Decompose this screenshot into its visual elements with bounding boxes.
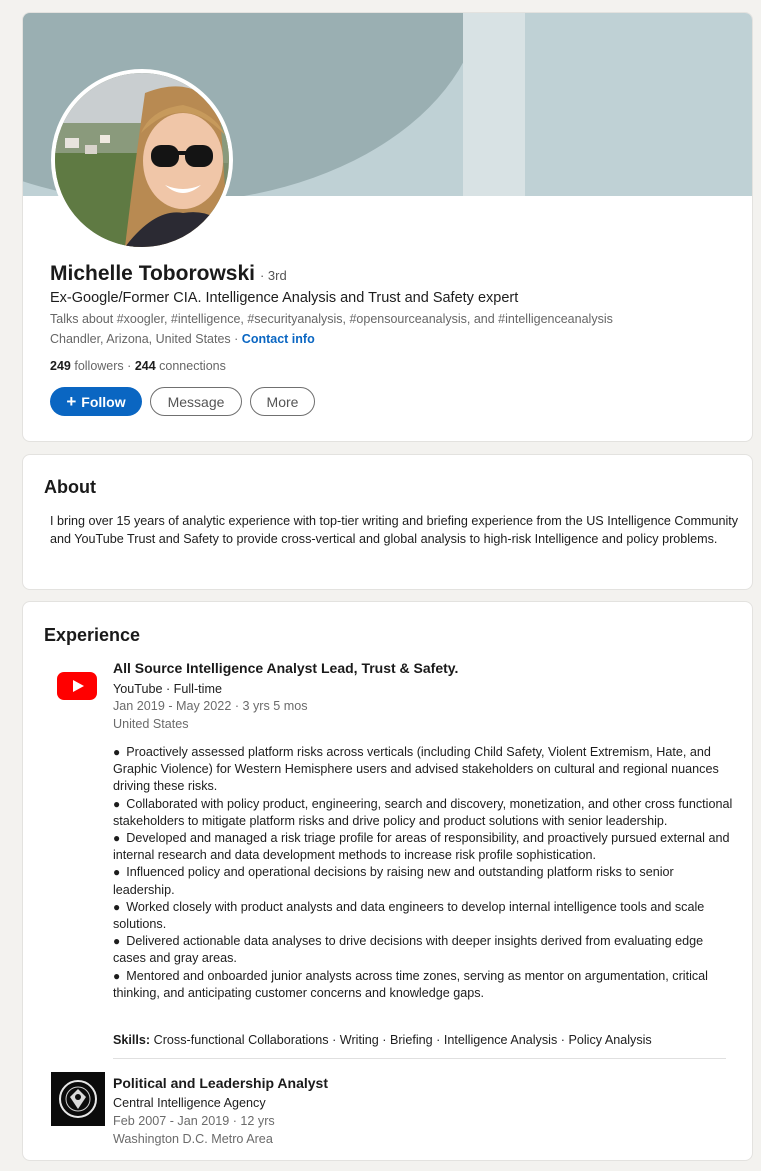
network-separator: · [127,359,132,373]
experience-title: Experience [44,625,141,645]
profile-location: Chandler, Arizona, United States · [50,332,239,346]
job-skills: Skills: Cross-functional Collaborations … [113,1033,652,1047]
banner-band [463,13,525,196]
job-location: Washington D.C. Metro Area [113,1132,273,1146]
entry-divider [113,1058,726,1059]
job-description: Proactively assessed platform risks acro… [113,744,733,1002]
job-title[interactable]: All Source Intelligence Analyst Lead, Tr… [113,660,458,676]
about-text: I bring over 15 years of analytic experi… [50,514,739,546]
cia-seal-icon[interactable] [51,1072,105,1126]
list-item: Influenced policy and operational decisi… [113,864,733,898]
profile-headline: Ex-Google/Former CIA. Intelligence Analy… [50,290,519,306]
experience-card: Experience All Source Intelligence Analy… [22,601,753,1161]
contact-info-link[interactable]: Contact info [242,332,315,346]
followers-count: 249 [50,359,71,373]
connections-label[interactable]: connections [159,359,226,373]
job-location: United States [113,717,189,731]
connections-count: 244 [134,359,156,373]
connection-degree: · 3rd [259,268,287,283]
job-company: Central Intelligence Agency [113,1096,266,1110]
follow-label: Follow [81,393,126,410]
list-item: Developed and managed a risk triage prof… [113,830,733,864]
cia-seal-graphic [59,1080,97,1118]
more-button[interactable]: More [250,387,315,416]
followers-label[interactable]: followers [74,359,123,373]
about-card: About I bring over 15 years of analytic … [22,454,753,590]
job-dates: Jan 2019 - May 2022 · 3 yrs 5 mos [113,699,308,713]
job-company: YouTube · Full-time [113,682,222,696]
job-dates: Feb 2007 - Jan 2019 · 12 yrs [113,1114,275,1128]
job-title[interactable]: Political and Leadership Analyst [113,1075,328,1091]
profile-talks-about: Talks about #xoogler, #intelligence, #se… [50,312,613,326]
network-stats: 249 followers · 244 connections [50,359,226,373]
youtube-logo-icon[interactable] [57,672,97,700]
message-button[interactable]: Message [150,387,242,416]
skills-list: Cross-functional Collaborations · Writin… [153,1033,652,1047]
profile-card: Michelle Toborowski · 3rd Ex-Google/Form… [22,12,753,442]
list-item: Worked closely with product analysts and… [113,899,733,933]
profile-name: Michelle Toborowski [50,262,255,285]
play-icon [73,680,84,692]
avatar-photo [55,73,229,247]
plus-icon: + [66,391,77,411]
skills-label: Skills: [113,1033,151,1047]
about-title: About [44,477,96,497]
list-item: Mentored and onboarded junior analysts a… [113,968,733,1002]
list-item: Proactively assessed platform risks acro… [113,744,733,796]
profile-location-row: Chandler, Arizona, United States · Conta… [50,332,315,346]
follow-button[interactable]: + Follow [50,387,142,416]
list-item: Delivered actionable data analyses to dr… [113,933,733,967]
name-row: Michelle Toborowski · 3rd [50,262,287,286]
avatar[interactable] [51,69,233,251]
profile-actions: + Follow Message More [50,387,315,416]
list-item: Collaborated with policy product, engine… [113,796,733,830]
